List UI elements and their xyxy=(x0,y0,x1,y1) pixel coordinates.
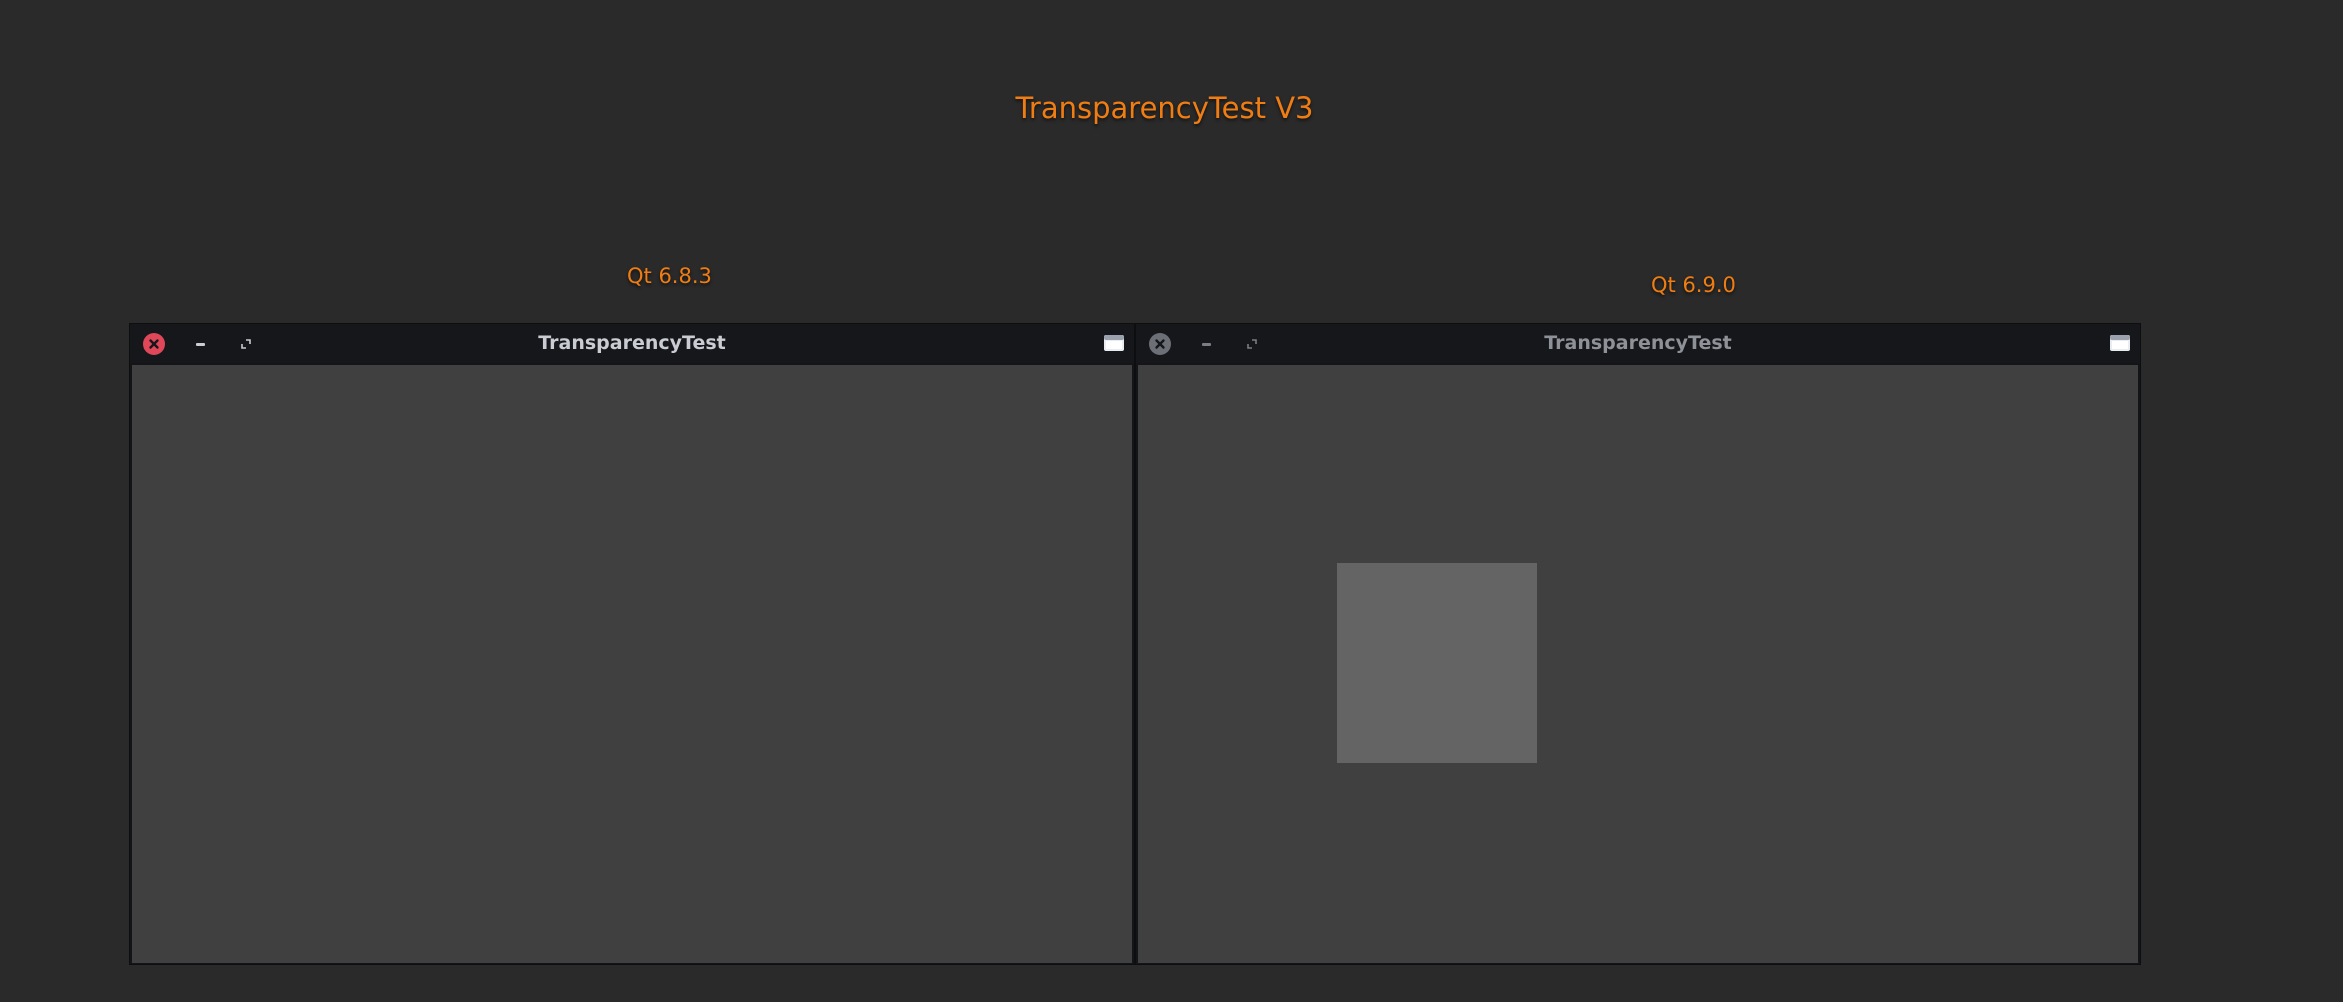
window-client-area xyxy=(132,365,1132,963)
desktop: TransparencyTest V3 Qt 6.8.3 Qt 6.9.0 Tr… xyxy=(0,0,2343,1002)
window-title: TransparencyTest xyxy=(1544,332,1732,354)
qt-version-label-left: Qt 6.8.3 xyxy=(627,264,712,288)
window-titlebar[interactable]: TransparencyTest xyxy=(1136,324,2140,363)
qt-version-label-right: Qt 6.9.0 xyxy=(1651,273,1736,297)
window-menu-icon[interactable] xyxy=(2109,333,2131,353)
page-title: TransparencyTest V3 xyxy=(1015,91,1314,125)
window-titlebar[interactable]: TransparencyTest xyxy=(130,324,1134,363)
test-square xyxy=(1337,563,1537,763)
transparency-window-left: TransparencyTest xyxy=(129,323,1135,965)
window-title: TransparencyTest xyxy=(538,332,726,354)
window-menu-icon[interactable] xyxy=(1103,333,1125,353)
window-client-area xyxy=(1138,365,2138,963)
transparency-window-right: TransparencyTest xyxy=(1135,323,2141,965)
